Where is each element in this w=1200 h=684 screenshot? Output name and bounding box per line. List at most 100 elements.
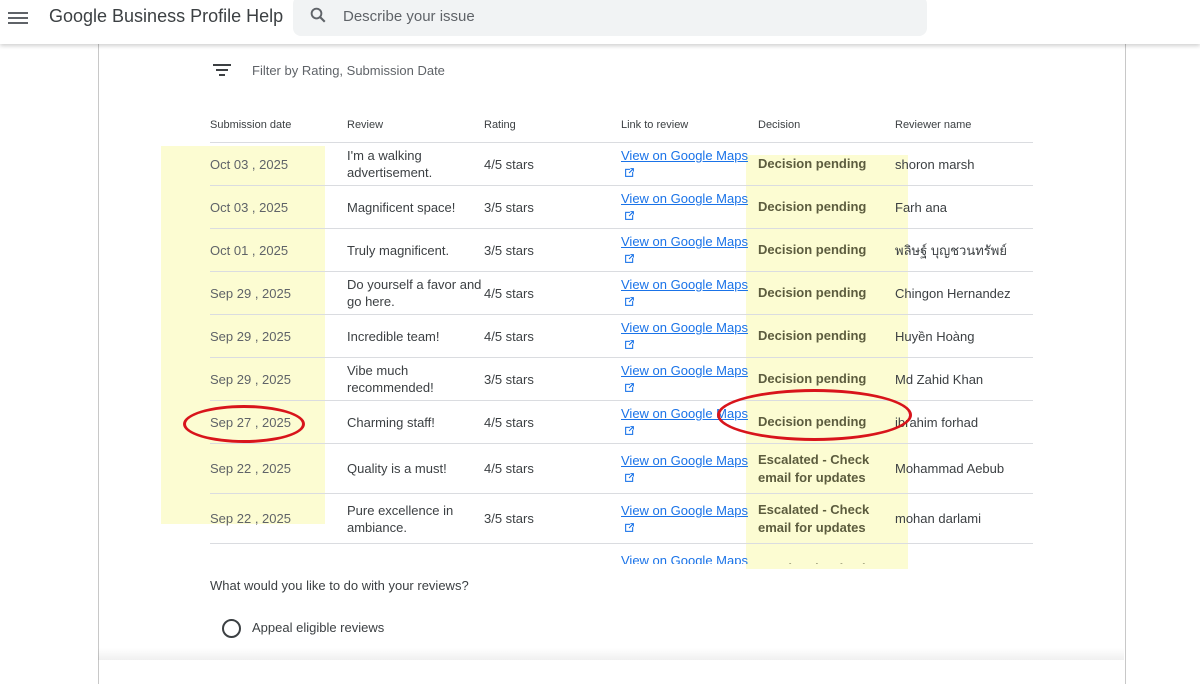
link-text[interactable]: View on Google Maps (621, 234, 748, 249)
decision-status: Decision pending (758, 228, 895, 272)
reviewer-name: Farh ana (895, 185, 1033, 229)
reviewer-name: Mohammad Aebub (895, 443, 1033, 494)
link-text[interactable]: View on Google Maps (621, 553, 748, 565)
filter-label[interactable]: Filter by Rating, Submission Date (252, 63, 445, 78)
search-placeholder: Describe your issue (343, 8, 475, 25)
link-text[interactable]: View on Google Maps (621, 453, 748, 468)
review-text: Charming staff! (347, 400, 484, 444)
review-text: I'm a walking advertisement. (347, 142, 484, 186)
link-text[interactable]: View on Google Maps (621, 320, 748, 335)
link-cell: View on Google Maps (621, 493, 758, 544)
link-cell: View on Google Maps (621, 185, 758, 229)
table-row: Sep 22 , 2025 Quality is a must! 4/5 stars… (210, 443, 1033, 494)
rating: 4/5 stars (484, 400, 621, 444)
review-text: Quality is a must! (347, 443, 484, 494)
view-on-maps-link[interactable]: View on Google Maps (621, 452, 758, 486)
table-row: Sep 22 , 2025 Pure excellence in ambiance… (210, 493, 1033, 544)
reviewer-name: Md Zahid Khan (895, 357, 1033, 401)
table-row: Sep 29 , 2025 Incredible team! 4/5 stars Vi… (210, 314, 1033, 358)
decision-status: Decision pending (758, 271, 895, 315)
view-on-maps-link[interactable]: View on Google Maps (621, 319, 758, 353)
review-text: Truly magnificent. (347, 228, 484, 272)
col-header-submission-date: Submission date (210, 108, 347, 143)
external-link-icon[interactable] (625, 426, 634, 435)
reviewer-name: พลิษฐ์ บุญชวนทรัพย์ (895, 228, 1033, 272)
external-link-icon[interactable] (625, 211, 634, 220)
link-text[interactable]: View on Google Maps (621, 191, 748, 206)
view-on-maps-link[interactable]: View on Google Maps (621, 190, 758, 224)
review-text: Pure excellence in ambiance. (347, 493, 484, 544)
view-on-maps-link[interactable]: View on Google Maps (621, 147, 758, 181)
radio-label[interactable]: Appeal eligible reviews (252, 620, 384, 635)
col-header-rating: Rating (484, 108, 621, 143)
view-on-maps-link[interactable]: View on Google Maps (621, 362, 758, 396)
rating: 3/5 stars (484, 228, 621, 272)
table-row: Sep 29 , 2025 Do yourself a favor and go … (210, 271, 1033, 315)
table-row: Oct 01 , 2025 Truly magnificent. 3/5 stars… (210, 228, 1033, 272)
link-text[interactable]: View on Google Maps (621, 363, 748, 378)
reviews-question: What would you like to do with your revi… (210, 578, 469, 593)
link-cell: View on Google Maps (621, 228, 758, 272)
external-link-icon[interactable] (625, 297, 634, 306)
decision-status: Escalated - Check (758, 543, 895, 564)
link-cell: View on Google Maps (621, 271, 758, 315)
decision-status: Decision pending (758, 142, 895, 186)
link-cell: View on Google Maps (621, 543, 758, 565)
submission-date: Sep 29 , 2025 (210, 314, 347, 358)
link-text[interactable]: View on Google Maps (621, 503, 748, 518)
table-row: Sep 29 , 2025 Vibe much recommended! 3/5 s… (210, 357, 1033, 401)
external-link-icon[interactable] (625, 340, 634, 349)
submission-date: Sep 22 , 2025 (210, 443, 347, 494)
search-input[interactable]: Describe your issue (293, 0, 927, 36)
decision-status: Decision pending (758, 185, 895, 229)
app-title[interactable]: Google Business Profile Help (49, 6, 283, 27)
review-text: Vibe much recommended! (347, 357, 484, 401)
view-on-maps-link[interactable]: View on Google Maps (621, 233, 758, 267)
review-text (347, 543, 484, 564)
radio-button[interactable] (222, 619, 241, 638)
rating: 4/5 stars (484, 314, 621, 358)
rating (484, 543, 621, 564)
submission-date: Sep 29 , 2025 (210, 271, 347, 315)
review-text: Magnificent space! (347, 185, 484, 229)
reviews-table: Submission date Review Rating Link to re… (210, 108, 1033, 564)
reviewer-name (895, 543, 1033, 564)
annotation-oval-decision (717, 389, 912, 441)
rating: 4/5 stars (484, 271, 621, 315)
link-cell: View on Google Maps (621, 443, 758, 494)
view-on-maps-link[interactable]: View on Google Maps (621, 552, 758, 565)
review-text: Do yourself a favor and go here. (347, 271, 484, 315)
table-row: Sep 27 , 2025 Charming staff! 4/5 stars Vie… (210, 400, 1033, 444)
view-on-maps-link[interactable]: View on Google Maps (621, 502, 758, 536)
external-link-icon[interactable] (625, 168, 634, 177)
rating: 3/5 stars (484, 493, 621, 544)
rating: 4/5 stars (484, 142, 621, 186)
link-text[interactable]: View on Google Maps (621, 277, 748, 292)
menu-icon[interactable] (8, 9, 28, 25)
submission-date: Sep 29 , 2025 (210, 357, 347, 401)
table-row: Oct 03 , 2025 I'm a walking advertisement… (210, 142, 1033, 186)
rating: 3/5 stars (484, 185, 621, 229)
decision-status: Escalated - Check email for updates (758, 443, 895, 494)
external-link-icon[interactable] (625, 254, 634, 263)
rating: 4/5 stars (484, 443, 621, 494)
external-link-icon[interactable] (625, 522, 634, 532)
submission-date: Oct 01 , 2025 (210, 228, 347, 272)
annotation-oval-date (183, 405, 305, 443)
submission-date: Oct 03 , 2025 (210, 142, 347, 186)
view-on-maps-link[interactable]: View on Google Maps (621, 276, 758, 310)
col-header-decision: Decision (758, 108, 895, 143)
link-cell: View on Google Maps (621, 314, 758, 358)
reviewer-name: Huyền Hoàng (895, 314, 1033, 358)
external-link-icon[interactable] (625, 383, 634, 392)
filter-icon[interactable] (213, 64, 231, 78)
decision-status: Decision pending (758, 314, 895, 358)
external-link-icon[interactable] (625, 472, 634, 482)
link-text[interactable]: View on Google Maps (621, 148, 748, 163)
reviewer-name: Chingon Hernandez (895, 271, 1033, 315)
reviews-table-container: Submission date Review Rating Link to re… (210, 108, 1033, 564)
submission-date (210, 543, 347, 564)
reviewer-name: shoron marsh (895, 142, 1033, 186)
decision-status: Escalated - Check email for updates (758, 493, 895, 544)
link-cell: View on Google Maps (621, 357, 758, 401)
